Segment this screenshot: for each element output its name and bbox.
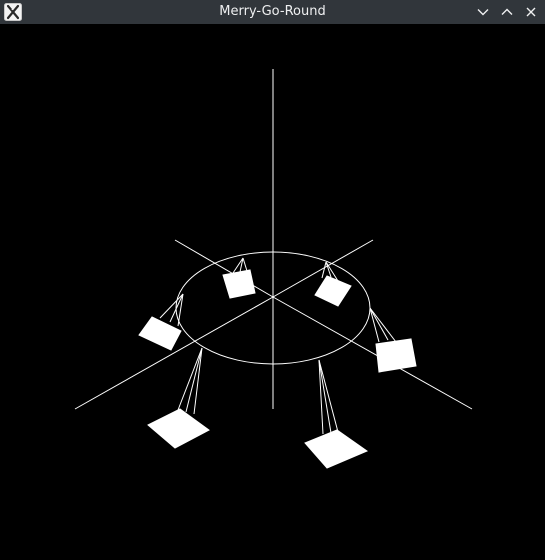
render-canvas[interactable]: [0, 24, 545, 560]
chevron-up-icon: [501, 8, 513, 15]
seat: [314, 261, 352, 307]
seat: [369, 307, 417, 373]
seat: [304, 359, 369, 469]
window-title: Merry-Go-Round: [219, 4, 326, 19]
maximize-button[interactable]: [495, 0, 519, 24]
seat: [222, 257, 256, 299]
minimize-button[interactable]: [471, 0, 495, 24]
merry-go-round-wireframe: [74, 69, 473, 469]
application-window: Merry-Go-Round: [0, 0, 545, 560]
title-bar[interactable]: Merry-Go-Round: [0, 0, 545, 24]
close-button[interactable]: [519, 0, 543, 24]
close-icon: [526, 7, 536, 17]
arm-right-front: [272, 296, 473, 410]
arm-left-back: [174, 239, 274, 298]
window-controls: [471, 0, 543, 24]
chevron-down-icon: [477, 9, 489, 16]
x-window-icon: [4, 3, 22, 21]
